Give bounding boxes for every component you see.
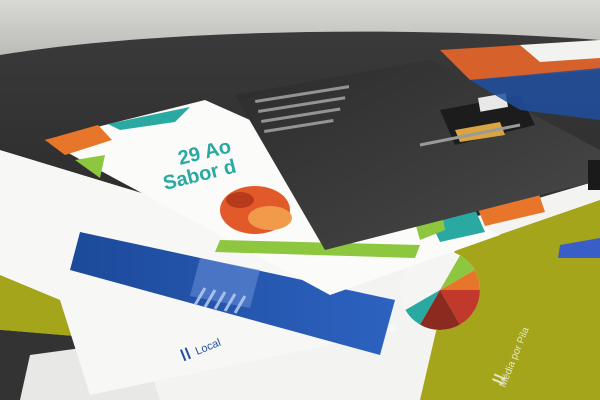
photo-canvas: Média por Pila Local 29 Ao Sabor d bbox=[0, 0, 600, 400]
brochure-photo: Média por Pila Local 29 Ao Sabor d bbox=[0, 0, 600, 400]
